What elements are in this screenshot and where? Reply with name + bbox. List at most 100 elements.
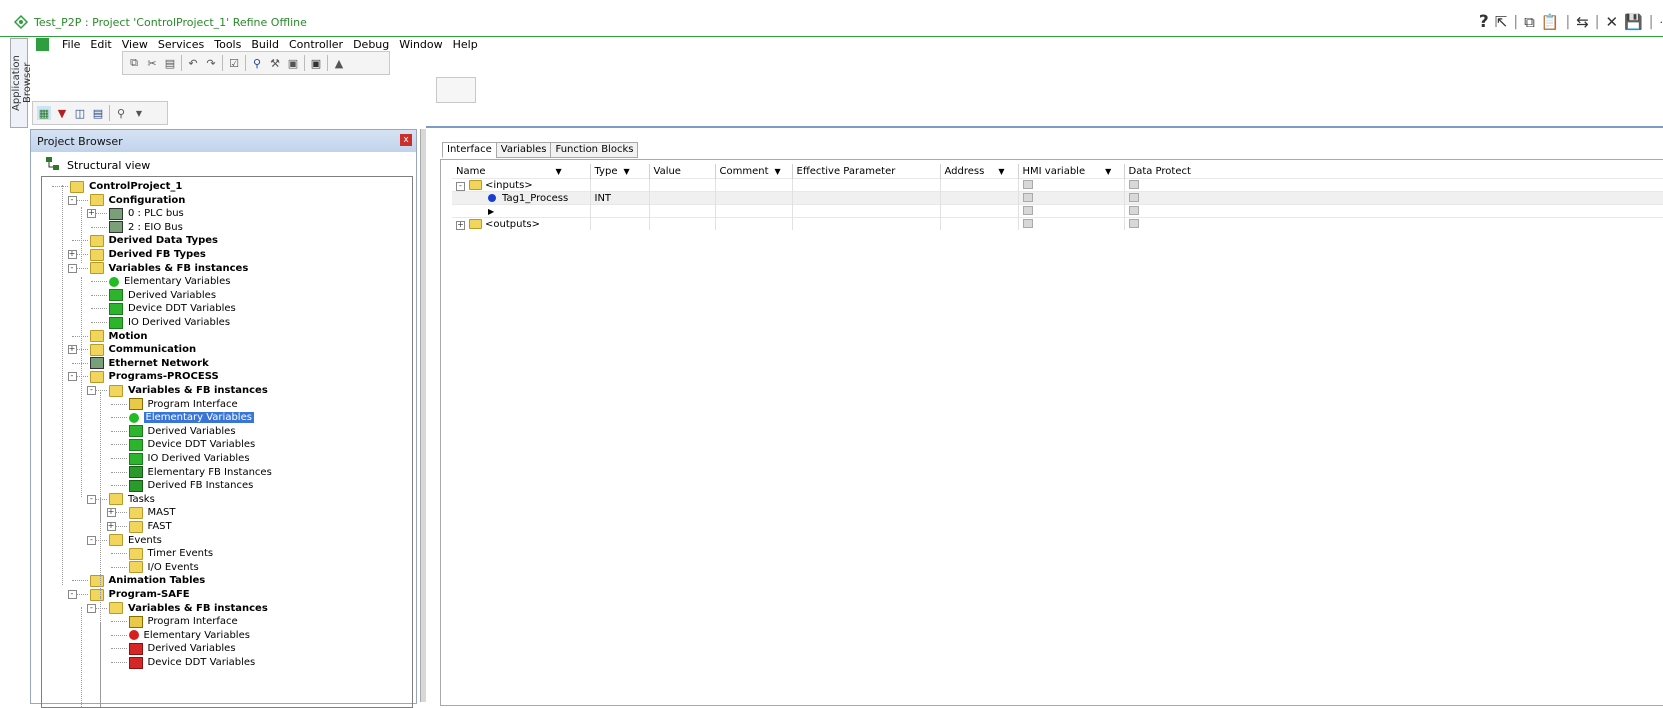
draw-icon[interactable]: ✕ <box>1606 13 1619 31</box>
effective-parameter-cell[interactable] <box>792 218 940 231</box>
tree-item[interactable]: MAST <box>129 506 176 519</box>
collapse-icon[interactable]: - <box>68 196 77 205</box>
hmi-variable-cell[interactable] <box>1018 192 1124 205</box>
transfer-icon[interactable]: ▲ <box>332 56 346 70</box>
filter-dropdown-icon[interactable]: ▼ <box>623 167 629 176</box>
expand-icon[interactable]: + <box>68 250 77 259</box>
expand-icon[interactable]: + <box>107 522 116 531</box>
menu-tools[interactable]: Tools <box>209 38 246 51</box>
value-cell[interactable] <box>649 218 715 231</box>
table-row[interactable]: ▶ <box>452 205 1663 218</box>
address-cell[interactable] <box>940 218 1018 231</box>
tree-item[interactable]: Configuration <box>90 194 186 207</box>
table-row[interactable]: +<outputs> <box>452 218 1663 231</box>
table-row[interactable]: -<inputs> <box>452 179 1663 192</box>
data-protect-cell[interactable] <box>1124 192 1663 205</box>
address-cell[interactable] <box>940 179 1018 192</box>
structural-view-icon[interactable]: ▦ <box>37 106 51 120</box>
tree-item[interactable]: Derived Variables <box>129 642 236 655</box>
pointer-icon[interactable]: ⇱ <box>1495 13 1508 31</box>
effective-parameter-cell[interactable] <box>792 192 940 205</box>
tree-item[interactable]: IO Derived Variables <box>129 452 250 465</box>
connect-icon[interactable]: ⇆ <box>1576 13 1589 31</box>
column-header-type[interactable]: Type▼ <box>590 164 649 179</box>
tree-item[interactable]: Communication <box>90 343 197 356</box>
tab-variables[interactable]: Variables <box>496 142 552 158</box>
checkbox-icon[interactable] <box>1129 219 1139 228</box>
address-cell[interactable] <box>940 205 1018 218</box>
column-header-address[interactable]: Address▼ <box>940 164 1018 179</box>
checkbox-icon[interactable] <box>1023 219 1033 228</box>
more-icon[interactable]: · <box>1660 16 1663 29</box>
app-menu-icon[interactable] <box>36 38 49 51</box>
redo-icon[interactable]: ↷ <box>204 56 218 70</box>
close-icon[interactable]: x <box>400 134 412 146</box>
tree-item[interactable]: Elementary Variables <box>129 411 254 424</box>
tree-item[interactable]: I/O Events <box>129 561 199 574</box>
name-cell[interactable]: Tag1_Process <box>452 192 590 205</box>
collapse-icon[interactable]: - <box>68 264 77 273</box>
hmi-variable-cell[interactable] <box>1018 179 1124 192</box>
comment-cell[interactable] <box>715 192 792 205</box>
value-cell[interactable] <box>649 205 715 218</box>
filter-dropdown-icon[interactable]: ▼ <box>1105 167 1111 176</box>
comment-cell[interactable] <box>715 205 792 218</box>
tree-item[interactable]: Device DDT Variables <box>129 656 256 669</box>
menu-debug[interactable]: Debug <box>348 38 394 51</box>
split-horizontal-icon[interactable]: ▤ <box>91 106 105 120</box>
column-header-effective-parameter[interactable]: Effective Parameter <box>792 164 940 179</box>
tree-item[interactable]: Device DDT Variables <box>109 302 236 315</box>
tree-item[interactable]: ControlProject_1 <box>70 180 182 193</box>
name-cell[interactable]: +<outputs> <box>452 218 590 231</box>
tab-interface[interactable]: Interface <box>442 142 497 158</box>
tree-item[interactable]: Variables & FB instances <box>109 384 268 397</box>
checkbox-icon[interactable] <box>1023 180 1033 189</box>
goto-icon[interactable]: ▣ <box>286 56 300 70</box>
tree-item[interactable]: Variables & FB instances <box>109 602 268 615</box>
monitor-icon[interactable]: ▣ <box>309 56 323 70</box>
replace-icon[interactable]: ⚒ <box>268 56 282 70</box>
table-row[interactable]: Tag1_Process INT <box>452 192 1663 205</box>
hmi-variable-cell[interactable] <box>1018 218 1124 231</box>
value-cell[interactable] <box>649 192 715 205</box>
collapse-icon[interactable]: - <box>87 536 96 545</box>
tree-item[interactable]: Program Interface <box>129 615 238 628</box>
structural-view-header[interactable]: Structural view <box>39 154 411 174</box>
search-icon[interactable]: ⚲ <box>250 56 264 70</box>
tree-item[interactable]: Elementary Variables <box>129 629 250 642</box>
tree-item[interactable]: Derived Data Types <box>90 234 219 247</box>
menu-file[interactable]: File <box>57 38 85 51</box>
data-protect-cell[interactable] <box>1124 218 1663 231</box>
tree-item[interactable]: Motion <box>90 330 148 343</box>
menu-view[interactable]: View <box>117 38 153 51</box>
tree-item[interactable]: Variables & FB instances <box>90 262 249 275</box>
address-cell[interactable] <box>940 192 1018 205</box>
filter-dropdown-icon[interactable]: ▼ <box>998 167 1004 176</box>
split-vertical-icon[interactable]: ◫ <box>73 106 87 120</box>
menu-controller[interactable]: Controller <box>284 38 348 51</box>
tree-item[interactable]: 2 : EIO Bus <box>109 221 183 234</box>
paste-icon[interactable]: 📋 <box>1541 13 1560 31</box>
comment-cell[interactable] <box>715 218 792 231</box>
name-cell[interactable]: ▶ <box>452 205 590 218</box>
tree-item[interactable]: Derived FB Instances <box>129 479 254 492</box>
tree-item[interactable]: Derived FB Types <box>90 248 206 261</box>
save-icon[interactable]: 💾 <box>1624 13 1643 31</box>
tree-item[interactable]: Tasks <box>109 493 155 506</box>
help-icon[interactable]: ? <box>1479 12 1489 32</box>
tree-item[interactable]: Ethernet Network <box>90 357 209 370</box>
filter-dropdown-icon[interactable]: ▼ <box>775 167 781 176</box>
checkbox-icon[interactable] <box>1023 193 1033 202</box>
paste-icon[interactable]: ▤ <box>163 56 177 70</box>
tree-item[interactable]: Elementary Variables <box>109 275 230 288</box>
menu-help[interactable]: Help <box>448 38 483 51</box>
effective-parameter-cell[interactable] <box>792 205 940 218</box>
zoom-icon[interactable]: ⚲ <box>114 106 128 120</box>
tree-item[interactable]: Device DDT Variables <box>129 438 256 451</box>
value-cell[interactable] <box>649 179 715 192</box>
tree-item[interactable]: FAST <box>129 520 172 533</box>
type-cell[interactable] <box>590 205 649 218</box>
tree-item[interactable]: Derived Variables <box>129 425 236 438</box>
expand-icon[interactable]: + <box>68 345 77 354</box>
type-cell[interactable]: INT <box>590 192 649 205</box>
